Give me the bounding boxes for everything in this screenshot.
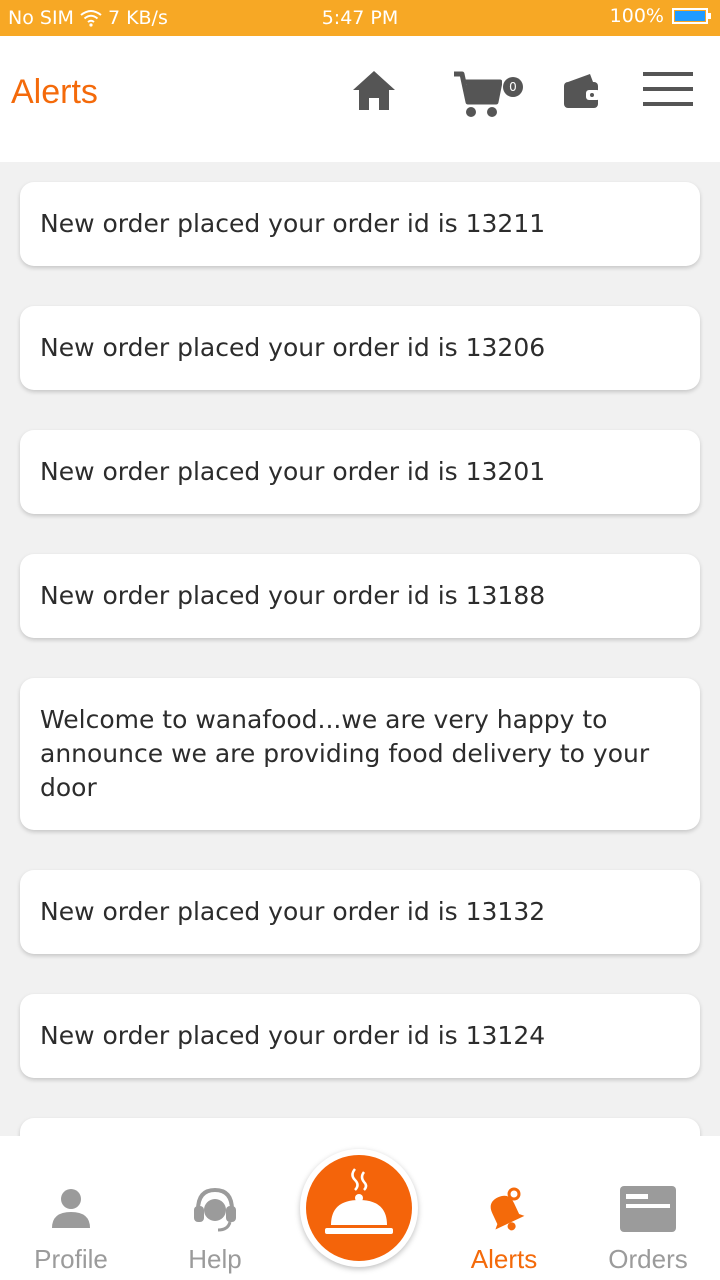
battery-icon — [672, 8, 711, 24]
alert-text: New order placed your order id is 13132 — [40, 897, 546, 926]
nav-help[interactable]: Help — [145, 1136, 285, 1280]
alert-card[interactable]: Welcome to wanafood...we are very happy … — [20, 678, 700, 830]
nav-label: Orders — [608, 1244, 688, 1274]
alert-card[interactable]: New order placed your order id is 13188 — [20, 554, 700, 638]
alert-card[interactable]: New order placed your order id is 13201 — [20, 430, 700, 514]
food-menu-button[interactable] — [300, 1149, 418, 1267]
battery-percent: 100% — [609, 5, 664, 27]
food-cloche-icon — [325, 1168, 393, 1234]
nav-orders[interactable]: Orders — [578, 1136, 718, 1280]
person-icon — [52, 1189, 90, 1228]
alert-card[interactable]: New order placed your order id is 13132 — [20, 870, 700, 954]
alert-card[interactable]: New order placed your order id is 13211 — [20, 182, 700, 266]
alert-text: New order placed your order id is 13188 — [40, 581, 546, 610]
alert-text: New order placed your order id is 13206 — [40, 333, 546, 362]
orders-icon — [620, 1186, 676, 1232]
nav-label: Profile — [34, 1244, 108, 1274]
nav-label: Alerts — [470, 1244, 538, 1274]
alerts-list[interactable]: New order placed your order id is 13211 … — [0, 162, 720, 1136]
app-bar: Alerts 0 — [0, 36, 720, 162]
cart-count-badge: 0 — [503, 77, 523, 97]
headset-icon — [194, 1187, 236, 1232]
status-bar: No SIM 7 KB/s 5:47 PM 100% — [0, 0, 720, 36]
alert-card[interactable] — [20, 1118, 700, 1136]
nav-label: Help — [188, 1244, 242, 1274]
alert-card[interactable]: New order placed your order id is 13124 — [20, 994, 700, 1078]
bell-icon — [490, 1187, 525, 1231]
cart-icon[interactable] — [452, 70, 502, 120]
page-title: Alerts — [11, 73, 98, 111]
nav-profile[interactable]: Profile — [1, 1136, 141, 1280]
alert-text: Welcome to wanafood...we are very happy … — [40, 705, 650, 802]
nav-alerts[interactable]: Alerts — [434, 1136, 574, 1280]
home-icon[interactable] — [352, 68, 396, 112]
wallet-icon[interactable] — [562, 72, 602, 112]
menu-icon[interactable] — [643, 72, 693, 106]
clock-text: 5:47 PM — [321, 7, 399, 29]
alert-text: New order placed your order id is 13201 — [40, 457, 546, 486]
alert-text: New order placed your order id is 13211 — [40, 209, 546, 238]
alert-text: New order placed your order id is 13124 — [40, 1021, 546, 1050]
alert-card[interactable]: New order placed your order id is 13206 — [20, 306, 700, 390]
